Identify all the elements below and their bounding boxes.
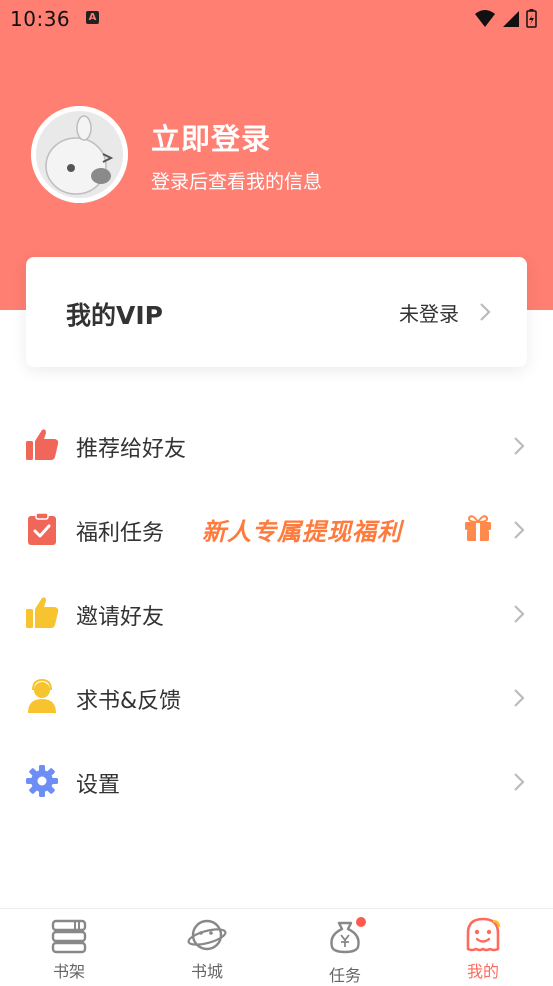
notification-badge xyxy=(356,917,366,927)
chevron-right-icon xyxy=(513,520,525,544)
promo-banner-text[interactable]: 新人专属提现福利 xyxy=(202,512,402,547)
tab-mine[interactable]: 我的 xyxy=(414,909,552,985)
tab-tasks[interactable]: 任务 xyxy=(276,909,414,985)
vip-status: 未登录 xyxy=(399,302,459,326)
gear-icon xyxy=(24,763,60,799)
tab-bookstore[interactable]: 书城 xyxy=(138,909,276,985)
bookshelf-icon xyxy=(49,915,89,955)
menu-item-label: 求书&反馈 xyxy=(76,689,182,714)
status-bar: 10:36 A xyxy=(0,0,553,38)
tab-label: 书架 xyxy=(52,962,85,981)
menu-item-label: 设置 xyxy=(76,773,121,798)
bottom-tab-bar: 书架 书城 任务 我的 xyxy=(0,908,553,985)
app-notification-icon: A xyxy=(86,11,99,24)
chevron-right-icon xyxy=(513,604,525,628)
tab-label: 书城 xyxy=(190,962,223,981)
planet-icon xyxy=(187,915,227,955)
smile-face-icon xyxy=(463,915,503,955)
gift-icon xyxy=(462,511,494,547)
tab-label: 我的 xyxy=(466,962,499,981)
chevron-right-icon xyxy=(513,772,525,796)
menu-item-recommend[interactable]: 推荐给好友 xyxy=(0,403,553,487)
vip-title: 我的VIP xyxy=(66,301,163,330)
menu-item-invite-friends[interactable]: 邀请好友 xyxy=(0,571,553,655)
menu-item-settings[interactable]: 设置 xyxy=(0,739,553,823)
login-title[interactable]: 立即登录 xyxy=(151,116,271,158)
clipboard-check-icon xyxy=(24,511,60,547)
vip-card[interactable]: 我的VIP 未登录 xyxy=(26,257,527,367)
tab-label: 任务 xyxy=(328,966,361,985)
wifi-icon xyxy=(475,10,495,27)
menu-item-welfare-tasks[interactable]: 福利任务 新人专属提现福利 xyxy=(0,487,553,571)
signal-icon xyxy=(503,11,519,27)
battery-icon xyxy=(526,9,537,28)
status-icons xyxy=(473,8,543,34)
thumbs-up-icon xyxy=(24,595,60,631)
status-time: 10:36 xyxy=(10,7,71,31)
chevron-right-icon xyxy=(479,302,491,326)
avatar[interactable] xyxy=(31,106,128,203)
menu-item-label: 推荐给好友 xyxy=(76,437,187,462)
avatar-mascot-icon xyxy=(31,106,128,203)
chevron-right-icon xyxy=(513,688,525,712)
menu-item-label: 福利任务 xyxy=(76,521,165,546)
user-headset-icon xyxy=(24,678,60,715)
tab-bookshelf[interactable]: 书架 xyxy=(0,909,138,985)
menu-item-book-request-feedback[interactable]: 求书&反馈 xyxy=(0,655,553,739)
thumbs-up-icon xyxy=(24,427,60,463)
login-subtitle: 登录后查看我的信息 xyxy=(151,171,323,193)
chevron-right-icon xyxy=(513,436,525,460)
menu-item-label: 邀请好友 xyxy=(76,605,165,630)
